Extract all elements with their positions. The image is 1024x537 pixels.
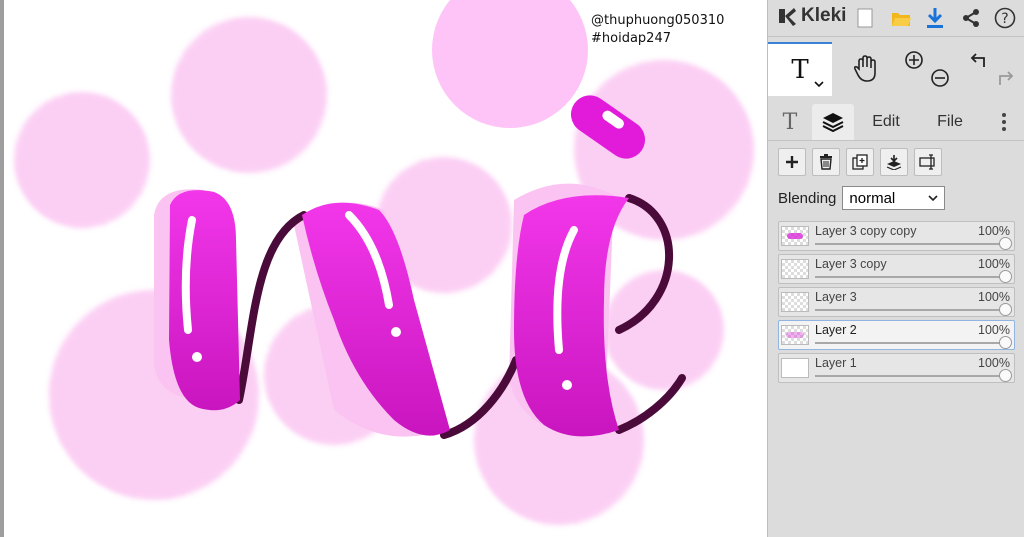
open-file-button[interactable] [888,5,914,31]
artwork [14,0,754,525]
share-icon [963,9,979,27]
layer-thumbnail [781,292,809,312]
rename-layer-icon [919,154,935,170]
pink-circle [432,0,588,128]
duplicate-layer-icon [852,154,868,170]
svg-text:?: ? [1001,11,1008,27]
new-file-button[interactable] [852,5,878,31]
opacity-slider[interactable] [815,243,1006,245]
duplicate-layer-button[interactable] [846,148,874,176]
layer-name: Layer 3 copy copy [815,224,917,238]
layer-row[interactable]: Layer 3 copy copy 100% [778,221,1015,251]
new-file-icon [857,8,873,28]
layer-opacity: 100% [978,356,1010,370]
opacity-slider-handle[interactable] [999,303,1012,316]
zoom-in-icon[interactable] [904,50,924,70]
opacity-slider[interactable] [815,375,1006,377]
undo-icon[interactable] [970,50,990,70]
watermark-username: @thuphuong050310 [591,13,725,28]
layer-opacity: 100% [978,224,1010,238]
share-button[interactable] [958,5,984,31]
more-vertical-icon [1002,113,1006,131]
zoom-buttons [900,42,960,96]
blending-select[interactable]: normal [842,186,946,210]
hand-icon [853,55,876,82]
panel-tabs: T Edit File [768,100,1024,141]
chevron-down-icon [814,81,824,88]
blending-label: Blending [778,189,837,207]
layer-thumbnail [781,226,809,246]
layer-opacity: 100% [978,257,1010,271]
blending-row: Blending normal [778,186,946,210]
delete-layer-icon [820,154,832,170]
download-icon [927,8,943,28]
delete-layer-button[interactable] [812,148,840,176]
redo-icon[interactable] [994,68,1014,88]
layer-name: Layer 3 [815,290,857,304]
tab-text-label: T [782,109,798,135]
tab-file[interactable]: File [928,104,972,140]
brand-name: Kleki [801,5,847,26]
layer-row[interactable]: Layer 3 100% [778,287,1015,317]
layer-thumbnail [781,358,809,378]
zoom-out-icon[interactable] [930,68,950,88]
layer-row-selected[interactable]: Layer 2 100% [778,320,1015,350]
layer-thumbnail [781,259,809,279]
add-layer-button[interactable] [778,148,806,176]
tab-edit[interactable]: Edit [864,104,908,140]
text-tool-label: T [791,55,809,85]
save-button[interactable] [922,5,948,31]
brand-logo[interactable]: Kleki [776,5,846,27]
tab-text[interactable]: T [772,104,808,140]
layer-opacity: 100% [978,323,1010,337]
watermark-hashtag: #hoidap247 [591,31,671,46]
open-folder-icon [892,13,911,26]
merge-down-icon [886,155,902,170]
hand-tool-button[interactable] [834,42,898,96]
rename-layer-button[interactable] [914,148,942,176]
opacity-slider[interactable] [815,342,1006,344]
layer-thumbnail [781,325,809,345]
layer-row[interactable]: Layer 1 100% [778,353,1015,383]
tool-row: T [768,42,1024,96]
history-buttons [962,42,1022,96]
layer-row[interactable]: Layer 3 copy 100% [778,254,1015,284]
layer-opacity: 100% [978,290,1010,304]
top-toolbar: Kleki ? [768,0,1024,37]
opacity-slider-handle[interactable] [999,237,1012,250]
tab-layers[interactable] [812,104,854,140]
help-icon: ? [994,7,1016,29]
help-button[interactable]: ? [992,5,1018,31]
text-tool-button[interactable]: T [768,42,832,96]
layer-name: Layer 3 copy [815,257,887,271]
merge-down-button[interactable] [880,148,908,176]
layer-name: Layer 2 [815,323,857,337]
watermark: @thuphuong050310 #hoidap247 [591,12,724,48]
layer-name: Layer 1 [815,356,857,370]
opacity-slider-handle[interactable] [999,369,1012,382]
opacity-slider[interactable] [815,276,1006,278]
layer-actions [778,148,942,176]
opacity-slider-handle[interactable] [999,336,1012,349]
layers-icon [822,113,844,133]
opacity-slider[interactable] [815,309,1006,311]
more-menu-button[interactable] [992,104,1016,140]
add-layer-icon [786,156,798,168]
chevron-down-icon [928,195,938,202]
kleki-logo-icon [779,8,796,26]
opacity-slider-handle[interactable] [999,270,1012,283]
blending-value: normal [849,189,896,207]
layers-list: Layer 3 copy copy 100% Layer 3 copy 100%… [778,221,1015,386]
drawing-canvas[interactable]: @thuphuong050310 #hoidap247 [0,0,767,537]
side-panel: Kleki ? T T Edit File Blending normal La… [767,0,1024,537]
